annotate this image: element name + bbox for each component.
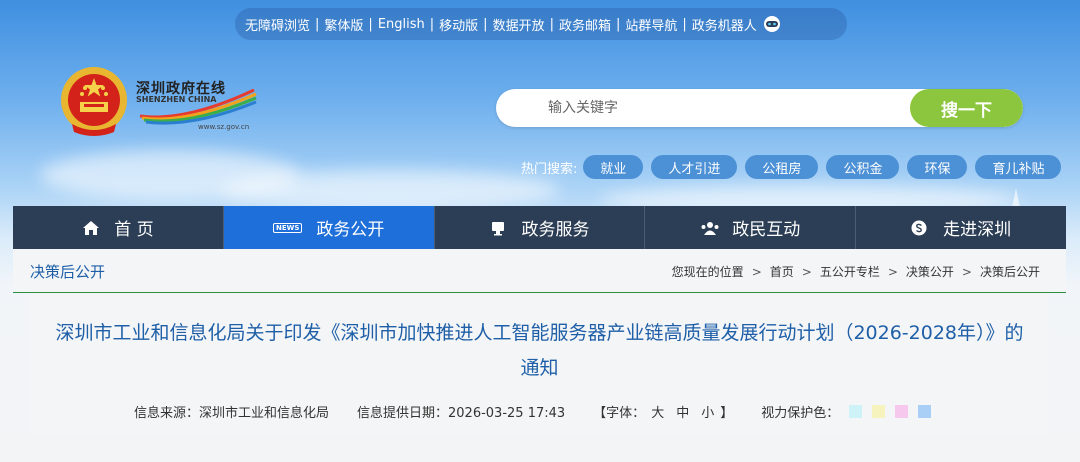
home-icon xyxy=(82,220,100,236)
breadcrumb-separator: > xyxy=(961,264,972,279)
breadcrumb-bar: 决策后公开 您现在的位置 > 首页 > 五公开专栏 > 决策公开 > 决策后公开 xyxy=(13,249,1066,293)
color-swatch-yellow[interactable] xyxy=(872,405,886,418)
monitor-icon xyxy=(489,220,507,236)
logo-ribbon-graphic xyxy=(139,88,257,125)
link-gov-robot[interactable]: 政务机器人 xyxy=(692,15,757,34)
hot-tag[interactable]: 公积金 xyxy=(826,155,900,179)
font-size-label: 【字体： xyxy=(593,406,646,421)
divider: | xyxy=(615,16,621,32)
people-icon xyxy=(700,220,719,236)
article-meta: 信息来源：深圳市工业和信息化局 信息提供日期：2026-03-25 17:43 … xyxy=(134,402,932,421)
hot-search: 热门搜索: 就业 人才引进 公租房 公积金 环保 育儿补贴 xyxy=(521,155,1069,179)
hot-tag[interactable]: 环保 xyxy=(907,155,968,179)
link-mobile[interactable]: 移动版 xyxy=(439,15,478,34)
divider: | xyxy=(368,16,373,32)
divider: | xyxy=(483,16,488,32)
divider: | xyxy=(429,16,435,32)
color-swatch-cyan[interactable] xyxy=(849,405,863,418)
article-header: 深圳市工业和信息化局关于印发《深圳市加快推进人工智能服务器产业链高质量发展行动计… xyxy=(30,294,1049,434)
link-accessibility[interactable]: 无障碍浏览 xyxy=(245,15,310,34)
breadcrumb-separator: > xyxy=(887,264,898,279)
link-open-data[interactable]: 数据开放 xyxy=(493,15,545,34)
news-icon: NEWS xyxy=(272,222,303,233)
divider: | xyxy=(549,16,554,32)
hot-tag[interactable]: 人才引进 xyxy=(651,155,738,179)
link-traditional[interactable]: 繁体版 xyxy=(324,15,363,34)
nav-label: 政民互动 xyxy=(732,220,801,240)
hot-search-label: 热门搜索: xyxy=(521,161,578,177)
hot-tag[interactable]: 公租房 xyxy=(745,155,819,179)
breadcrumb-separator: > xyxy=(751,264,762,279)
section-title: 决策后公开 xyxy=(30,263,106,281)
search-input[interactable] xyxy=(496,89,916,127)
nav-label: 首 页 xyxy=(114,220,154,240)
hot-tag[interactable]: 育儿补贴 xyxy=(975,155,1062,179)
nav-gov-services[interactable]: 政务服务 xyxy=(435,206,646,249)
color-swatch-blue[interactable] xyxy=(918,405,932,418)
nav-interaction[interactable]: 政民互动 xyxy=(645,206,857,249)
link-gov-mail[interactable]: 政务邮箱 xyxy=(559,15,611,34)
nav-label: 政务服务 xyxy=(521,220,590,240)
main-nav: 首 页 NEWS 政务公开 政务服务 政民互动 走进深圳 xyxy=(13,206,1066,249)
eye-protect-label: 视力保护色： xyxy=(761,406,840,421)
info-source: 信息来源：深圳市工业和信息化局 xyxy=(134,406,330,421)
nav-about-shenzhen[interactable]: 走进深圳 xyxy=(856,206,1066,249)
divider: | xyxy=(315,16,320,32)
dollar-circle-icon xyxy=(911,220,929,236)
breadcrumb-five-open[interactable]: 五公开专栏 xyxy=(820,263,880,280)
article-title-line2: 通知 xyxy=(520,357,559,379)
font-large-button[interactable]: 大 xyxy=(651,402,664,421)
breadcrumb-home[interactable]: 首页 xyxy=(770,263,794,280)
color-swatch-pink[interactable] xyxy=(895,405,909,418)
top-links-bar: 无障碍浏览 | 繁体版 | English | 移动版 | 数据开放 | 政务邮… xyxy=(235,8,847,40)
font-medium-button[interactable]: 中 xyxy=(676,402,689,421)
logo-url-text: www.sz.gov.cn xyxy=(198,123,250,131)
font-size-close: 】 xyxy=(720,406,734,421)
nav-home[interactable]: 首 页 xyxy=(13,206,224,249)
nav-label: 走进深圳 xyxy=(943,220,1012,240)
nav-gov-affairs[interactable]: NEWS 政务公开 xyxy=(223,206,435,249)
article-title: 深圳市工业和信息化局关于印发《深圳市加快推进人工智能服务器产业链高质量发展行动计… xyxy=(40,316,1039,386)
breadcrumb-decision-open[interactable]: 决策公开 xyxy=(906,263,954,280)
link-site-nav[interactable]: 站群导航 xyxy=(625,15,677,34)
national-emblem xyxy=(58,64,130,140)
search-box: 搜一下 xyxy=(496,89,1023,127)
search-button[interactable]: 搜一下 xyxy=(910,89,1023,127)
breadcrumb-current[interactable]: 决策后公开 xyxy=(980,263,1040,280)
shenzhen-logo[interactable]: 深圳政府在线 SHENZHEN CHINA www.sz.gov.cn xyxy=(136,78,260,134)
breadcrumb: 您现在的位置 > 首页 > 五公开专栏 > 决策公开 > 决策后公开 xyxy=(672,263,1040,280)
divider: | xyxy=(682,16,687,32)
article-title-line1: 深圳市工业和信息化局关于印发《深圳市加快推进人工智能服务器产业链高质量发展行动计… xyxy=(55,322,1024,344)
page-background xyxy=(0,434,1080,462)
link-english[interactable]: English xyxy=(378,17,425,32)
hot-tag[interactable]: 就业 xyxy=(583,155,644,179)
breadcrumb-separator: > xyxy=(801,264,812,279)
nav-label: 政务公开 xyxy=(316,220,385,240)
location-label: 您现在的位置 xyxy=(671,265,744,279)
font-small-button[interactable]: 小 xyxy=(701,402,714,421)
robot-icon[interactable] xyxy=(761,14,783,34)
info-date: 信息提供日期：2026-03-25 17:43 xyxy=(357,406,566,421)
